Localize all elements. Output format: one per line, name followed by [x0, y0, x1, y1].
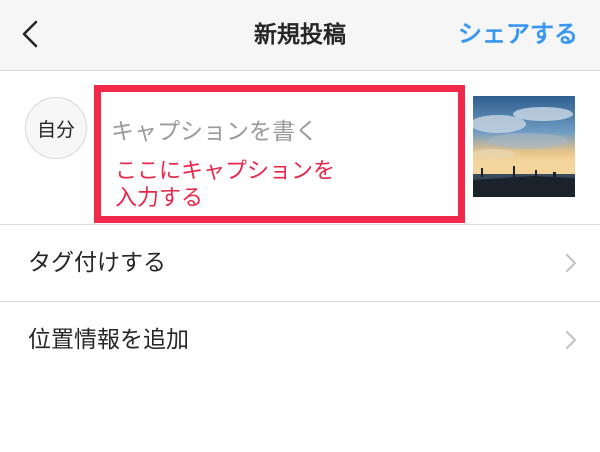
- caption-annotation-line1: ここにキャプションを: [115, 159, 336, 184]
- caption-annotation-line2: 入力する: [115, 186, 204, 211]
- nav-header: 新規投稿 シェアする: [0, 0, 600, 71]
- add-location-label: 位置情報を追加: [28, 327, 189, 353]
- chevron-right-icon: [564, 252, 578, 274]
- caption-row: 自分 キャプションを書く ここにキャプションを 入力する: [0, 71, 600, 224]
- caption-input-highlight[interactable]: キャプションを書く ここにキャプションを 入力する: [94, 85, 465, 223]
- share-button[interactable]: シェアする: [458, 18, 578, 50]
- photo-thumbnail: [473, 96, 575, 197]
- tag-people-row[interactable]: タグ付けする: [0, 225, 600, 301]
- avatar[interactable]: 自分: [25, 97, 87, 159]
- chevron-right-icon: [564, 329, 578, 351]
- tag-people-label: タグ付けする: [28, 250, 166, 276]
- new-post-screen: 新規投稿 シェアする 自分 キャプションを書く ここにキャプションを 入力する: [0, 0, 600, 452]
- caption-input-placeholder[interactable]: キャプションを書く: [111, 117, 318, 147]
- caption-annotation: ここにキャプションを 入力する: [115, 158, 415, 212]
- add-location-row[interactable]: 位置情報を追加: [0, 302, 600, 378]
- avatar-label: 自分: [36, 118, 75, 141]
